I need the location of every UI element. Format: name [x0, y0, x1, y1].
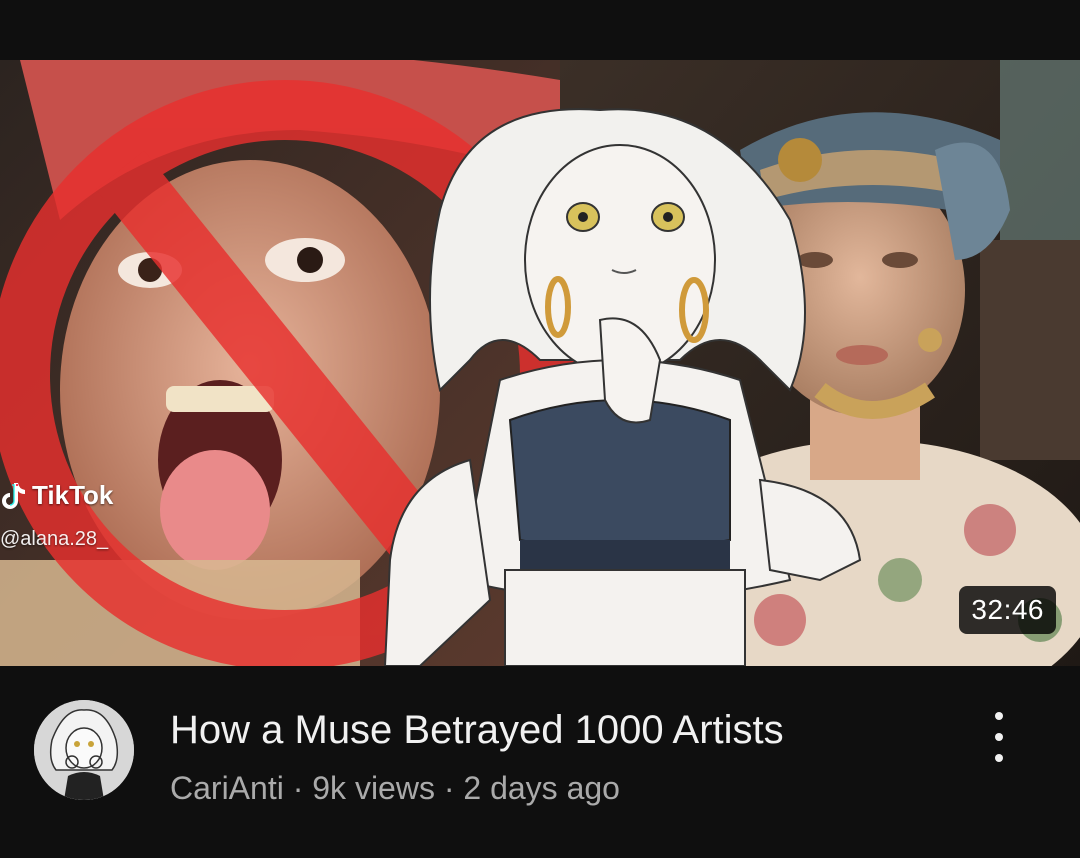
channel-avatar[interactable] — [34, 700, 134, 800]
view-count: 9k views — [312, 770, 435, 806]
upload-age: 2 days ago — [463, 770, 620, 806]
dot — [995, 712, 1003, 720]
tiktok-brand-label: TikTok — [32, 480, 114, 510]
tiktok-handle: @alana.28_ — [0, 528, 109, 550]
video-subtitle: CariAnti · 9k views · 2 days ago — [170, 770, 620, 807]
dot — [995, 733, 1003, 741]
video-metadata: How a Muse Betrayed 1000 Artists CariAnt… — [0, 666, 1080, 858]
video-title[interactable]: How a Muse Betrayed 1000 Artists — [170, 708, 784, 753]
tiktok-watermark: TikTok — [0, 480, 113, 511]
dot — [995, 754, 1003, 762]
more-vert-icon[interactable] — [984, 712, 1014, 762]
video-duration-badge: 32:46 — [959, 586, 1056, 634]
avatar-image — [34, 700, 134, 800]
separator: · — [283, 770, 313, 806]
thumbnail-image — [0, 60, 1080, 666]
video-thumbnail[interactable]: TikTok @alana.28_ 32:46 — [0, 60, 1080, 666]
tiktok-logo-icon — [0, 481, 26, 511]
separator: · — [434, 770, 464, 806]
channel-name[interactable]: CariAnti — [170, 770, 284, 806]
top-bar — [0, 0, 1080, 60]
